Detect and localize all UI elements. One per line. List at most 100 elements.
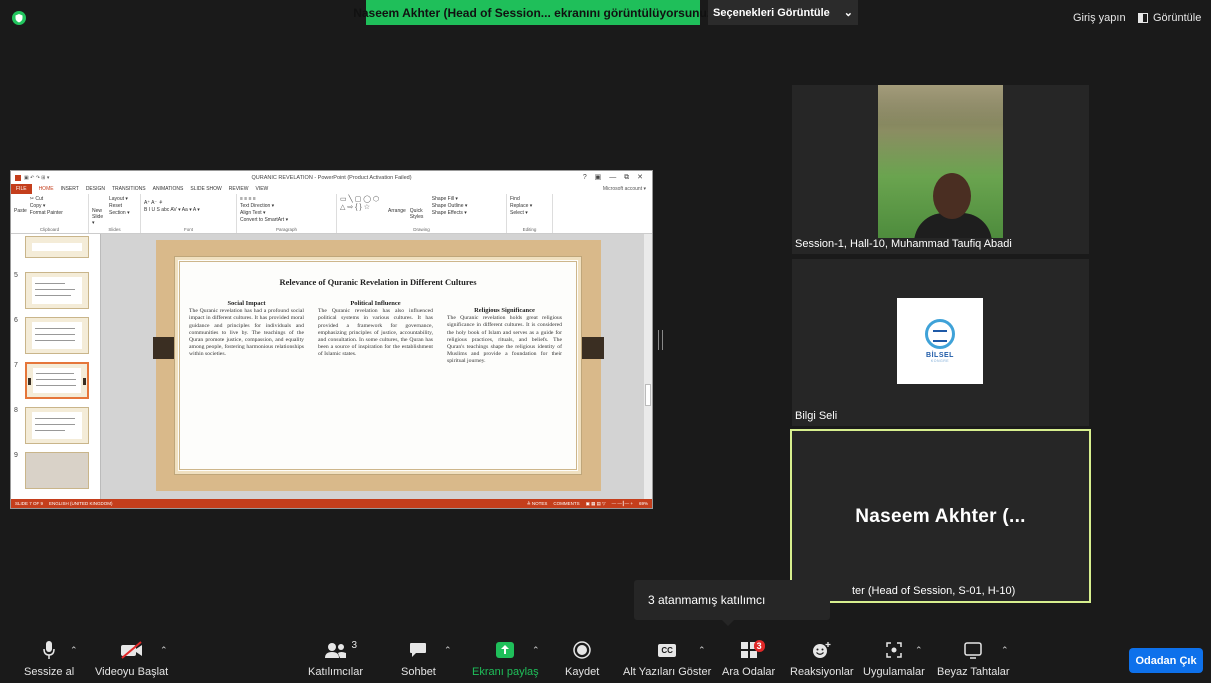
text-direction-button: Text Direction ▾	[240, 203, 275, 209]
microphone-icon	[42, 640, 56, 660]
video-tile-participant[interactable]: BİLSEL KONGRE Bilgi Seli	[792, 259, 1089, 426]
column-heading: Religious Significance	[474, 307, 535, 314]
account-label: Microsoft account ▾	[602, 186, 646, 192]
column-heading: Social Impact	[227, 300, 266, 307]
whiteboard-button[interactable]: Beyaz Tahtalar	[937, 640, 1010, 678]
cut-button: ✂ Cut	[29, 196, 44, 202]
group-name-editing: Editing	[522, 227, 537, 232]
zoom-meeting-window: Naseem Akhter (Head of Session... ekranı…	[0, 0, 1211, 683]
participant-camera-feed	[878, 85, 1003, 238]
tab-file: FILE	[11, 184, 32, 194]
view-label: Görüntüle	[1153, 12, 1202, 24]
view-button[interactable]: Görüntüle	[1138, 12, 1201, 24]
whiteboard-icon	[963, 640, 983, 660]
align-text-button: Align Text ▾	[240, 210, 266, 216]
chevron-up-icon[interactable]: ⌃	[160, 645, 168, 656]
chevron-up-icon[interactable]: ⌃	[532, 645, 540, 656]
whiteboard-label: Beyaz Tahtalar	[937, 666, 1010, 678]
slide-content-card: Relevance of Quranic Revelation in Diffe…	[174, 256, 582, 475]
zoom-slider: — —┃— +	[611, 500, 633, 506]
slide-thumbnail	[25, 317, 89, 354]
select-button: Select ▾	[510, 210, 528, 216]
slide-thumbnail	[25, 272, 89, 309]
chat-bubble-icon	[409, 640, 427, 660]
captions-label: Alt Yazıları Göster	[623, 666, 712, 678]
slide-thumbnail	[25, 407, 89, 444]
ribbon-group-paragraph: ≡ ≡ ≡ ≡ Text Direction ▾ Align Text ▾ Co…	[237, 194, 337, 233]
chat-button[interactable]: Sohbet	[401, 640, 436, 678]
slide-column-social: Social Impact The Quranic revelation has…	[189, 300, 304, 359]
slide-left-accent	[153, 337, 175, 359]
group-name-font: Font	[183, 227, 193, 232]
font-style-controls: B I U S abc AV ▾ Aa ▾ A ▾	[144, 207, 200, 213]
apps-icon	[885, 640, 903, 660]
convert-smartart-button: Convert to SmartArt ▾	[240, 217, 289, 223]
chevron-up-icon[interactable]: ⌃	[1001, 645, 1009, 656]
slide-thumbnail	[25, 236, 89, 258]
chevron-up-icon[interactable]: ⌃	[915, 645, 923, 656]
ppt-window-title: QURANIC REVELATION - PowerPoint (Product…	[251, 174, 412, 181]
start-video-label: Videoyu Başlat	[95, 666, 169, 678]
record-button[interactable]: Kaydet	[565, 640, 599, 678]
column-heading: Political Influence	[350, 300, 401, 307]
thumb-number: 5	[14, 272, 18, 279]
participants-button[interactable]: 3 Katılımcılar	[308, 640, 363, 678]
share-screen-button[interactable]: Ekranı paylaş	[472, 640, 539, 678]
security-shield-icon[interactable]	[12, 11, 26, 25]
ppt-ribbon-tabs: FILE HOME INSERT DESIGN TRANSITIONS ANIM…	[11, 184, 652, 194]
alignment-controls: ≡ ≡ ≡ ≡	[240, 196, 256, 202]
split-resize-handle[interactable]	[658, 330, 663, 350]
signin-link[interactable]: Giriş yapın	[1073, 12, 1126, 24]
breakout-badge: 3	[753, 640, 765, 652]
slide-right-accent	[582, 337, 604, 359]
reset-button: Reset	[109, 203, 123, 209]
chevron-up-icon[interactable]: ⌃	[70, 645, 78, 656]
thumb-number: 8	[14, 407, 18, 414]
chevron-up-icon[interactable]: ⌃	[444, 645, 452, 656]
group-name-slides: Slides	[108, 227, 121, 232]
breakout-tooltip: 3 atanmamış katılımcı	[634, 580, 830, 626]
participants-label: Katılımcılar	[308, 666, 364, 678]
tab-transitions: TRANSITIONS	[111, 186, 146, 192]
shapes-gallery-icon: ▭ ╲ ▢ ◯ ⬡ △ ⇨ { } ☆	[340, 196, 380, 211]
record-icon	[573, 640, 591, 660]
ppt-vertical-scrollbar	[644, 234, 652, 499]
mute-button[interactable]: Sessize al	[24, 640, 74, 678]
ppt-status-bar: SLIDE 7 OF 9 ENGLISH (UNITED KINGDOM) ≜ …	[11, 499, 652, 508]
find-button: Find	[510, 196, 520, 202]
leave-meeting-button[interactable]: Odadan Çık	[1129, 648, 1203, 673]
cc-glyph: CC	[658, 643, 676, 657]
video-tile-participant[interactable]: Session-1, Hall-10, Muhammad Taufiq Abad…	[792, 85, 1089, 254]
tab-animations: ANIMATIONS	[152, 186, 184, 192]
breakout-rooms-button[interactable]: 3 Ara Odalar	[722, 640, 775, 678]
window-controls: ? ▣ — ⧉ ✕	[582, 174, 646, 181]
thumb-number: 6	[14, 317, 18, 324]
video-tile-active-speaker[interactable]: Naseem Akhter (... ter (Head of Session,…	[790, 429, 1091, 603]
tab-review: REVIEW	[228, 186, 249, 192]
shared-screen-powerpoint[interactable]: ▣ ↶ ↷ ⊞ ▾ QURANIC REVELATION - PowerPoin…	[10, 170, 653, 509]
group-name-drawing: Drawing	[413, 227, 430, 232]
layout-button: Layout ▾	[109, 196, 128, 202]
start-video-button[interactable]: Videoyu Başlat	[95, 640, 168, 678]
reactions-button[interactable]: Reaksiyonlar	[790, 640, 854, 678]
slide-title: Relevance of Quranic Revelation in Diffe…	[279, 277, 477, 287]
font-size-controls: A⁺ A⁻ ⚘	[144, 200, 163, 206]
participants-count: 3	[351, 640, 358, 651]
ribbon-group-slides: New Slide ▾ Layout ▾ Reset Section ▾ Sli…	[89, 194, 141, 233]
slide-canvas: Relevance of Quranic Revelation in Diffe…	[153, 240, 604, 491]
slide-thumbnail-selected	[25, 362, 89, 399]
section-button: Section ▾	[109, 210, 130, 216]
replace-button: Replace ▾	[510, 203, 533, 209]
share-screen-label: Ekranı paylaş	[472, 666, 539, 678]
view-mode-icons: ▣ ▦ ▤ ▽	[585, 500, 606, 506]
ribbon-group-drawing: ▭ ╲ ▢ ◯ ⬡ △ ⇨ { } ☆ Arrange Quick Styles…	[337, 194, 507, 233]
view-options-button[interactable]: Seçenekleri Görüntüle ⌄	[708, 0, 858, 25]
slide-thumbnail	[25, 452, 89, 489]
format-painter-button: Format Painter	[29, 210, 63, 216]
view-options-label: Seçenekleri Görüntüle	[713, 6, 830, 19]
breakout-rooms-icon: 3	[740, 640, 765, 660]
bilsel-logo: BİLSEL KONGRE	[897, 298, 983, 384]
chevron-up-icon[interactable]: ⌃	[698, 645, 706, 656]
chevron-down-icon: ⌄	[843, 7, 853, 19]
zoom-level: 69%	[638, 500, 648, 506]
